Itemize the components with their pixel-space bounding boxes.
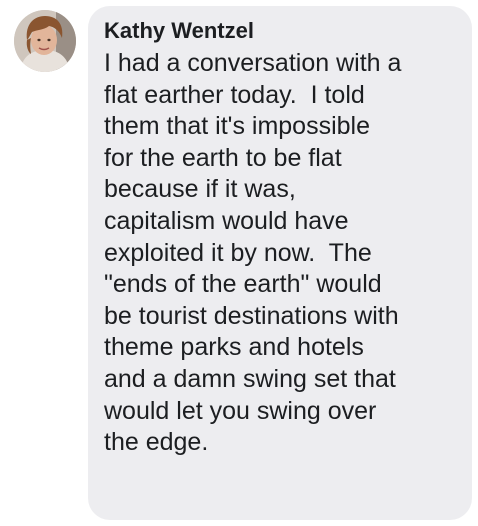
comment-line: and a damn swing set that bbox=[104, 364, 396, 393]
comment-line: because if it was, bbox=[104, 175, 296, 204]
comment-line: capitalism would have bbox=[104, 206, 349, 235]
comment-line: be tourist destinations with bbox=[104, 301, 399, 330]
comment-line: flat earther today. I told bbox=[104, 80, 365, 109]
comment-line: them that it's impossible bbox=[104, 112, 370, 141]
comment-text: I had a conversation with a flat earther… bbox=[104, 48, 460, 459]
comment-line: for the earth to be flat bbox=[104, 143, 342, 172]
comment-line: theme parks and hotels bbox=[104, 333, 364, 362]
comment-line: exploited it by now. The bbox=[104, 238, 372, 267]
comment-line: "ends of the earth" would bbox=[104, 270, 382, 299]
comment-line: I had a conversation with a bbox=[104, 49, 402, 77]
comment-line: would let you swing over bbox=[104, 396, 377, 425]
profile-photo-icon bbox=[14, 10, 76, 72]
avatar[interactable] bbox=[14, 10, 76, 72]
comment-author[interactable]: Kathy Wentzel bbox=[104, 17, 460, 45]
comment-bubble: Kathy Wentzel I had a conversation with … bbox=[88, 6, 472, 520]
comment-line: the edge. bbox=[104, 428, 209, 457]
